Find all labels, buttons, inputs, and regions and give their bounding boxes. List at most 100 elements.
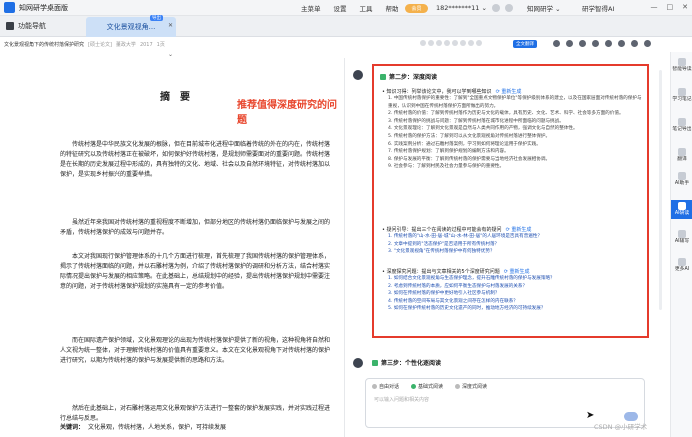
fulltext-translate-button[interactable]: 全文翻译 [513,40,537,48]
close-button[interactable]: ✕ [682,3,688,11]
step-icon [372,359,378,366]
sidebar-item-ai-writing[interactable]: AI辅写 [671,230,692,245]
title-bar: 知网研学桌面版 主菜单 设置 工具 帮助 会员 182*******11 ⌄ 知… [0,0,692,16]
more-icon[interactable] [644,40,651,47]
sidebar-item-export[interactable]: 笔记导出 [671,118,692,133]
window-controls: — □ ✕ [651,3,689,11]
ai-reading-icon [678,202,686,210]
list-item: 6. 实践案例分析：通过石雕村落案例，学习到如何将理论运用于保护实践。 [388,141,541,147]
settings-icon[interactable] [505,4,513,12]
home-icon [6,22,14,30]
tool-icon[interactable] [436,40,442,46]
panel-scrollbar[interactable] [659,70,662,310]
question-link[interactable]: 2. 文章中提到的"活态保护"是否适用于所有传统村落？ [388,241,643,249]
list-item: 1. 中国传统村落保护的重要性：了解到"全国重点文物保护单位"等保护级别体系的建… [388,96,642,109]
menu-item-help[interactable]: 帮助 [386,3,399,13]
question-link[interactable]: 5. 如何在保护传统村落的历史文化遗产的同时，推动地方经济的可持续发展？ [388,305,643,313]
tool-icon[interactable] [452,40,458,46]
question-link[interactable]: 3. 如何在传统村落的保护中更好地引入社区参与机制？ [388,290,643,298]
list-item: 3. 传统村落保护的挑战与问题：了解到传统村落在城市化进程中所面临的问题与挑战。 [388,118,564,124]
minimize-button[interactable]: — [651,3,658,11]
tab-document-label: 文化景观视角... [106,23,156,31]
tool-icon[interactable] [428,40,434,46]
user-account[interactable]: 182*******11 ⌄ [436,4,487,12]
step-icon [380,73,386,80]
cite-icon[interactable] [605,40,612,47]
yanxue-brand[interactable]: 知网研学 ⌄ [527,3,561,13]
mode-deep-reading[interactable]: 深度式阅读 [455,383,487,390]
maximize-button[interactable]: □ [667,3,674,11]
tab-close-icon[interactable]: ✕ [168,22,173,29]
menu-item-main[interactable]: 主菜单 [301,3,321,13]
watermark: CSDN @小研学术 [594,423,648,431]
list-item: 5. 传统村落的保护方法：了解到可以从文化景观视角对传统村落进行整体保护。 [388,133,551,139]
pen-icon [678,230,686,238]
print-icon[interactable] [631,40,638,47]
export-icon [678,118,686,126]
chevron-down-icon[interactable]: ⌄ [168,51,173,58]
radio-icon [372,384,377,389]
question-link[interactable]: 4. 传统村落的空间布局与其文化景观之间存在怎样的内在联系？ [388,298,643,306]
step3-header: 第三步：个性化逐阅读 [372,358,441,367]
download-icon[interactable] [618,40,625,47]
sidebar-item-translate[interactable]: 翻译 [671,148,692,163]
mail-icon[interactable] [492,4,500,12]
app-logo-icon [4,2,15,13]
menu-item-settings[interactable]: 设置 [334,3,347,13]
mode-basic-reading[interactable]: 基础式阅读 [411,383,443,390]
keywords: 关键词： 文化景观，传统村落，人地关系，保护，可持续发展 [60,422,226,431]
deep-questions-section-title: • 深度探究问题：提出与文章相关的5个深度研究问题 ⟳ 重新生成 [382,269,530,275]
sidebar-label: AI研读 [674,211,690,216]
chat-input[interactable]: 可以输入问题和相关内容 [374,396,429,403]
star-icon[interactable] [579,40,586,47]
annotation-label: 推荐值得深度研究的问题 [237,100,337,126]
more-icon [678,258,686,266]
question-link[interactable]: 3. "文化景观视角"在传统村落保护中有何独特优势？ [388,248,643,256]
tool-icon[interactable] [444,40,450,46]
right-tools [553,40,651,47]
abstract-heading: 摘 要 [160,92,190,103]
knowledge-section-title: • 知识习得：列举该论文中，我可以学到哪些知识 ⟳ 重新生成 [382,89,522,95]
ai-brand[interactable]: 研学智得AI [582,3,614,13]
tool-icon[interactable] [468,40,474,46]
step2-title: 第二步：深度阅读 [389,74,438,81]
sidebar-item-guide[interactable]: 智能导读 [671,58,692,73]
sidebar-item-more-ai[interactable]: 更多AI [671,258,692,273]
ai-icon [678,172,686,180]
sidebar-item-ai-reading[interactable]: AI研读 [671,200,692,219]
sidebar-item-ai-assistant[interactable]: AI助手 [671,172,692,187]
sidebar-item-notes[interactable]: 学习笔记 [671,88,692,103]
highlight-icon[interactable] [566,40,573,47]
sidebar-label: AI辅写 [674,239,690,244]
tab-nav-label: 功能导航 [18,22,46,30]
sidebar-label: 翻译 [677,157,687,162]
doc-path: 文化景观视角下的传统村落保护研究 [4,42,85,48]
questions-section-title: • 疑问引导：提出三个在阅读的过程中可能会有的疑问 ⟳ 重新生成 [382,227,532,233]
document-viewer[interactable]: 摘 要 推荐值得深度研究的问题 传统村落是中华民族文化发展的根脉，但在目前城市化… [0,58,345,437]
abstract-paragraph: 传统村落是中华民族文化发展的根脉，但在目前城市化进程中面临着传统的外在的内在，传… [60,141,331,178]
tool-icon[interactable] [460,40,466,46]
question-link[interactable]: 1. 传统村落的"山-水-田-居-城"山-水-林-田-居"的人居环境是否具有普遍… [388,233,643,241]
sidebar-label: 笔记导出 [672,127,692,132]
tab-badge: 导出 [150,15,163,21]
doc-year: 2017 [139,41,153,48]
text-icon[interactable] [553,40,560,47]
questions-list: 1. 传统村落的"山-水-田-居-城"山-水-林-田-居"的人居环境是否具有普遍… [388,233,643,256]
abstract-paragraph: 本文对我国现行保护管理体系的十几个方面进行梳理，首先梳理了我国传统村落的保护管理… [60,253,331,290]
question-link[interactable]: 2. 考虑到传统村落的本质，应如何平衡生态保护与村落发展的关系？ [388,283,643,291]
keywords-label: 关键词： [60,424,85,431]
tab-function-nav[interactable]: 功能导航 [6,21,46,31]
list-item: 9. 社会参与：了解到村民及社会力量参与保护的重要性。 [388,164,505,170]
question-link[interactable]: 1. 如何结合文化景观视角与生态保护理念，提升石雕传统村落的保护与发展策略？ [388,275,643,283]
send-button[interactable] [624,412,638,421]
share-icon[interactable] [592,40,599,47]
tool-icon[interactable] [420,40,426,46]
tool-icon[interactable] [476,40,482,46]
mode-label: 基础式阅读 [418,384,444,390]
vip-badge[interactable]: 会员 [405,4,428,13]
menu-item-tools[interactable]: 工具 [360,3,373,13]
radio-icon [455,384,461,389]
doc-author: 董政大学 [115,42,136,48]
mode-label: 自由对话 [379,384,400,390]
mode-free-chat[interactable]: 自由对话 [372,383,399,390]
